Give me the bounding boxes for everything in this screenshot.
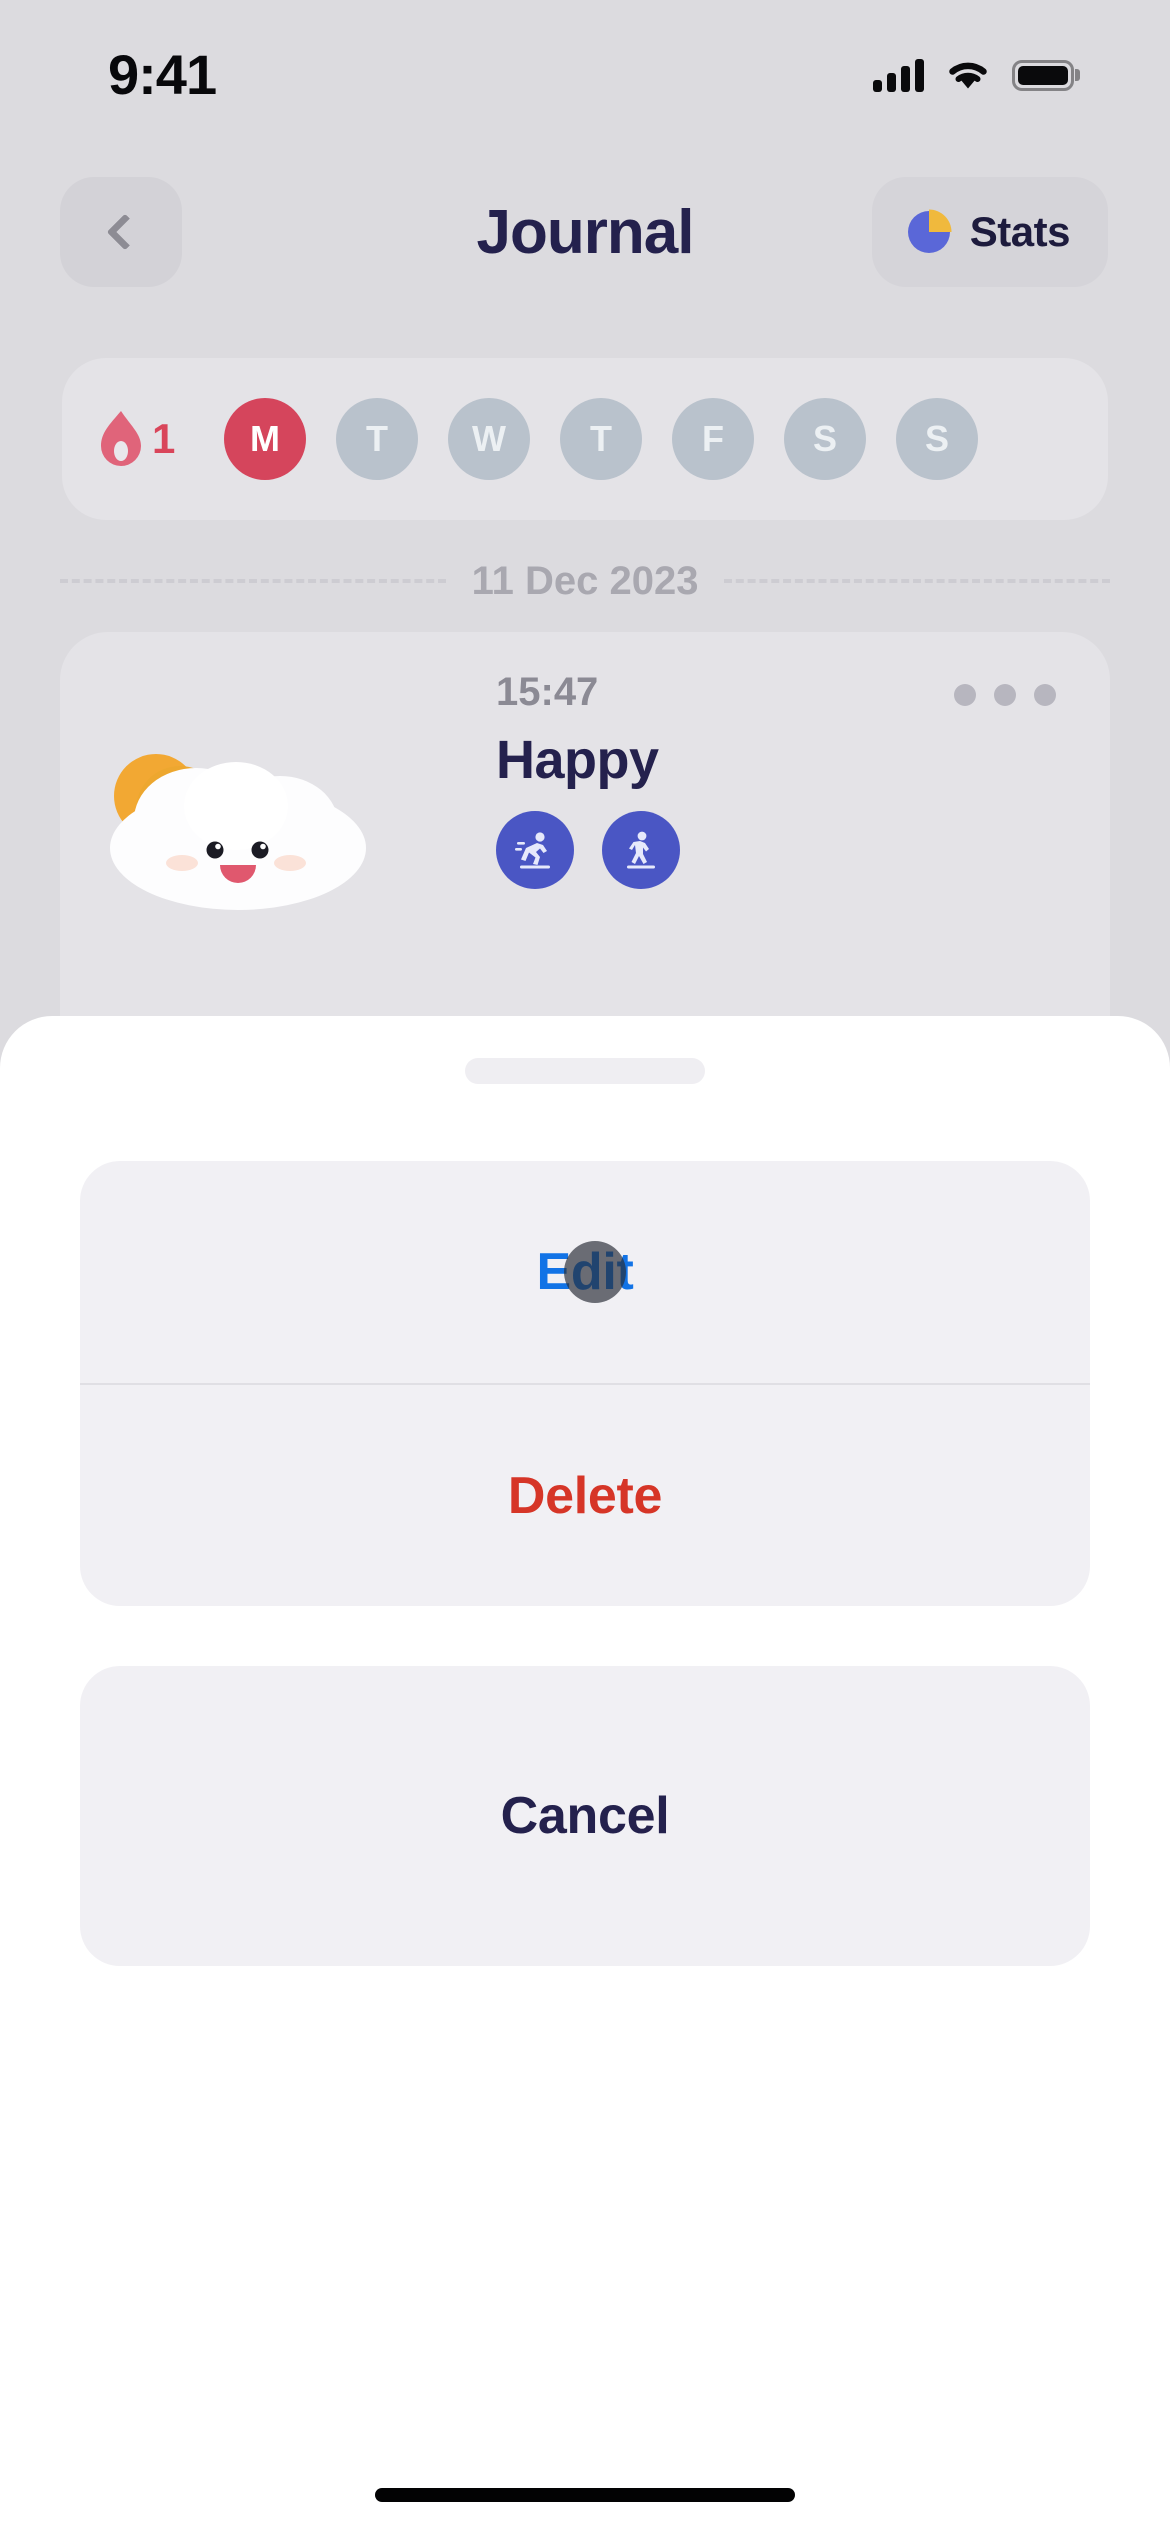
action-sheet: Edit Delete Cancel <box>0 1016 1170 2532</box>
back-button[interactable] <box>60 177 182 287</box>
home-indicator <box>375 2488 795 2502</box>
cancel-button-label: Cancel <box>500 1787 670 1845</box>
walking-icon[interactable] <box>602 811 680 889</box>
sun-behind-cloud-smiling-icon <box>68 728 408 928</box>
battery-icon <box>1012 59 1074 91</box>
chevron-left-icon <box>106 213 144 251</box>
entry-mood-title: Happy <box>496 730 659 790</box>
cellular-signal-icon <box>873 58 924 92</box>
stats-button-label: Stats <box>969 208 1071 255</box>
action-sheet-primary-group: Edit Delete <box>80 1161 1090 1606</box>
entry-header: 15:47 Happy <box>60 632 1110 1032</box>
stats-button[interactable]: Stats <box>871 177 1108 287</box>
sheet-grabber[interactable] <box>465 1058 705 1084</box>
status-bar: 9:41 <box>0 0 1170 140</box>
week-day-mon[interactable]: M <box>224 398 306 480</box>
week-day-list: M T W T F S S <box>224 398 978 480</box>
week-day-sun[interactable]: S <box>896 398 978 480</box>
edit-button[interactable]: Edit <box>80 1161 1090 1383</box>
streak-week-card[interactable]: 1 M T W T F S S <box>62 358 1108 520</box>
cancel-button[interactable]: Cancel <box>80 1666 1090 1966</box>
status-bar-indicators <box>873 58 1074 92</box>
date-divider: 11 Dec 2023 <box>60 546 1110 616</box>
pie-chart-icon <box>904 207 954 257</box>
week-day-sat[interactable]: S <box>784 398 866 480</box>
divider-line-left <box>60 579 446 583</box>
divider-line-right <box>724 579 1110 583</box>
action-sheet-cancel-group: Cancel <box>80 1666 1090 1966</box>
week-day-thu[interactable]: T <box>560 398 642 480</box>
week-day-wed[interactable]: W <box>448 398 530 480</box>
streak-counter: 1 <box>98 409 218 469</box>
delete-button[interactable]: Delete <box>80 1385 1090 1606</box>
week-day-fri[interactable]: F <box>672 398 754 480</box>
flame-icon <box>98 409 144 469</box>
delete-button-label: Delete <box>507 1467 663 1525</box>
week-day-tue[interactable]: T <box>336 398 418 480</box>
status-bar-time: 9:41 <box>108 42 217 106</box>
entry-activity-list <box>496 811 1064 889</box>
nav-header: Journal Stats <box>0 168 1170 296</box>
wifi-icon <box>946 58 990 92</box>
date-label: 11 Dec 2023 <box>471 558 699 603</box>
tap-cursor-indicator <box>564 1241 626 1303</box>
more-horizontal-icon[interactable] <box>954 684 1056 706</box>
running-icon[interactable] <box>496 811 574 889</box>
streak-count: 1 <box>152 415 176 462</box>
